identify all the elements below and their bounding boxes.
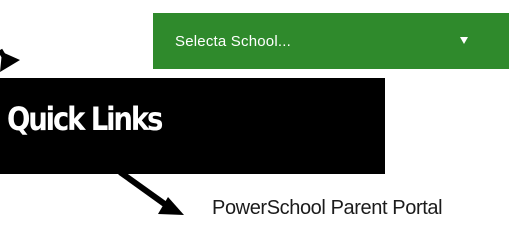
quick-links-heading: Quick Links: [7, 100, 163, 138]
school-select-dropdown[interactable]: Selecta School...: [153, 13, 509, 69]
arrow-to-school-select: [0, 48, 20, 72]
link-powerschool-parent-portal[interactable]: PowerSchool Parent Portal: [212, 194, 492, 222]
caret-down-icon: [460, 37, 468, 44]
arrow-to-quick-link: [118, 169, 184, 215]
school-select-value: Selecta School...: [175, 32, 291, 50]
